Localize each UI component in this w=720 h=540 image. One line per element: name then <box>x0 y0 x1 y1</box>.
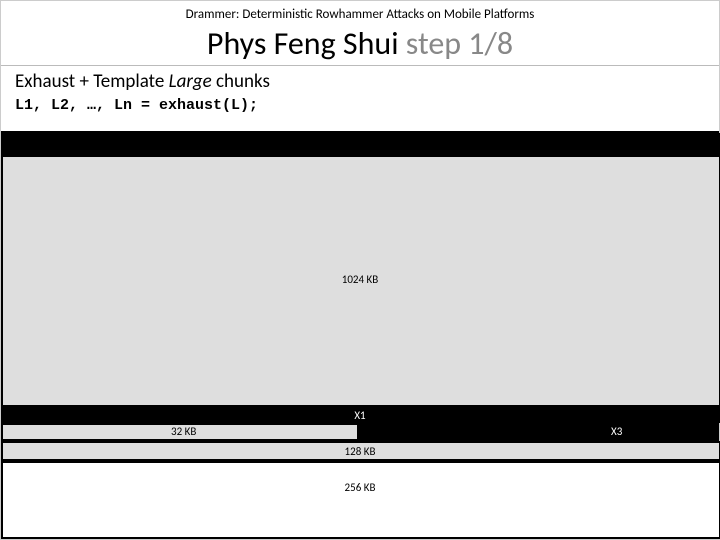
label-128: 128 KB <box>345 445 376 458</box>
row-divider-top <box>1 133 720 155</box>
label-x1: X1 <box>354 409 365 422</box>
subtitle: Exhaust + Template Large chunks <box>1 70 719 93</box>
label-1024: 1024 KB <box>342 273 379 286</box>
memory-diagram: 1024 KB X1 32 KB X3 128 KB 256 KB <box>1 131 719 540</box>
title-rule <box>1 65 719 66</box>
outline-bottom <box>1 461 720 539</box>
title-suffix: step 1/8 <box>406 24 513 63</box>
row-x3 <box>359 423 719 441</box>
code-line: L1, L2, …, Ln = exhaust(L); <box>1 93 719 118</box>
slide-title: Phys Feng Shui step 1/8 <box>1 24 719 63</box>
subtitle-c: chunks <box>216 70 270 93</box>
slide: Drammer: Deterministic Rowhammer Attacks… <box>0 0 720 540</box>
label-32: 32 KB <box>171 425 196 438</box>
header-small: Drammer: Deterministic Rowhammer Attacks… <box>1 1 719 22</box>
subtitle-a: Exhaust + Template <box>15 70 169 93</box>
title-prefix: Phys Feng Shui <box>207 24 406 63</box>
subtitle-b: Large <box>169 70 216 93</box>
label-x3: X3 <box>611 425 622 438</box>
